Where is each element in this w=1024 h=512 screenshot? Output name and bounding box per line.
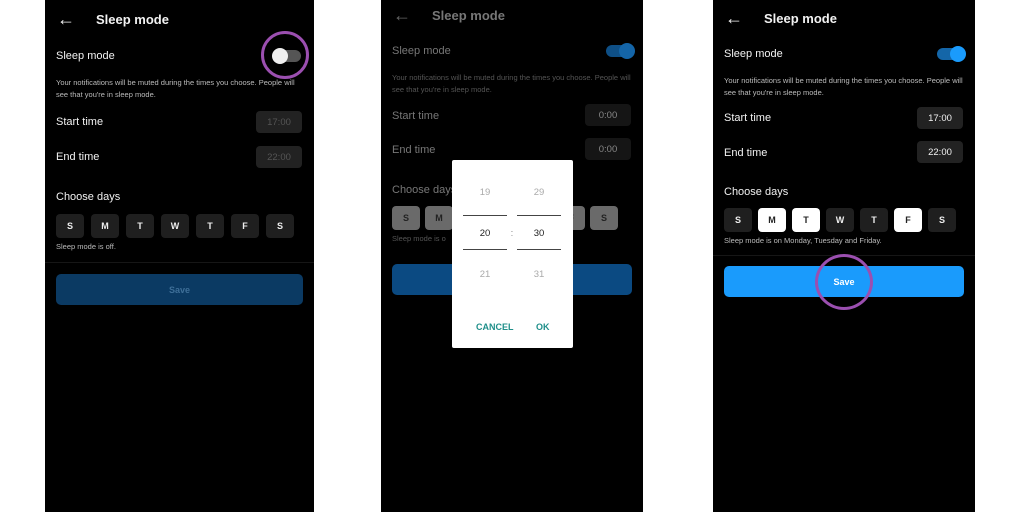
start-time-label: Start time — [56, 116, 104, 128]
end-time-field[interactable]: 22:00 — [917, 141, 963, 163]
back-arrow-icon[interactable]: ← — [725, 9, 743, 27]
back-arrow-icon[interactable]: ← — [393, 6, 411, 24]
day-button[interactable]: F — [231, 214, 259, 238]
day-button[interactable]: T — [860, 208, 888, 232]
day-button[interactable]: S — [266, 214, 294, 238]
end-time-label: End time — [724, 147, 768, 159]
day-button[interactable]: W — [161, 214, 189, 238]
day-selector: S M T W T F S — [56, 214, 294, 238]
start-time-field[interactable]: 17:00 — [917, 107, 963, 129]
start-time-field[interactable]: 17:00 — [256, 111, 302, 133]
highlight-circle — [815, 254, 873, 310]
minute-prev[interactable]: 29 — [517, 187, 561, 198]
highlight-circle — [261, 31, 309, 79]
sleep-mode-toggle[interactable] — [937, 46, 966, 62]
hour-prev[interactable]: 19 — [463, 187, 507, 198]
choose-days-label: Choose days — [724, 186, 789, 198]
day-button[interactable]: T — [126, 214, 154, 238]
start-time-label: Start time — [392, 110, 440, 122]
description: Your notifications will be muted during … — [392, 73, 631, 94]
screen-time-picker: ← Sleep mode Sleep mode Your notificatio… — [381, 0, 643, 512]
time-picker-dialog: 19 29 20 : 30 21 31 CANCEL OK — [452, 160, 573, 348]
day-button[interactable]: S — [724, 208, 752, 232]
status-text: Sleep mode is on Monday, Tuesday and Fri… — [724, 236, 882, 245]
day-button[interactable]: S — [590, 206, 618, 230]
choose-days-label: Choose days — [392, 184, 457, 196]
divider — [517, 249, 561, 250]
divider — [45, 262, 314, 263]
back-arrow-icon[interactable]: ← — [57, 10, 75, 28]
day-button-selected[interactable]: T — [792, 208, 820, 232]
end-time-field[interactable]: 22:00 — [256, 146, 302, 168]
status-text: Sleep mode is o — [392, 234, 446, 243]
description: Your notifications will be muted during … — [724, 76, 963, 97]
page-title: Sleep mode — [96, 12, 169, 27]
day-button[interactable]: S — [392, 206, 420, 230]
end-time-label: End time — [392, 144, 436, 156]
day-button-selected[interactable]: M — [758, 208, 786, 232]
day-button[interactable]: T — [196, 214, 224, 238]
status-text: Sleep mode is off. — [56, 242, 116, 251]
day-button[interactable]: W — [826, 208, 854, 232]
sleep-mode-label: Sleep mode — [392, 45, 451, 57]
page-title: Sleep mode — [432, 8, 505, 23]
end-time-field[interactable]: 0:00 — [585, 138, 631, 160]
divider — [463, 215, 507, 216]
sleep-mode-label: Sleep mode — [56, 50, 115, 62]
day-button[interactable]: S — [56, 214, 84, 238]
divider — [463, 249, 507, 250]
ok-button[interactable]: OK — [536, 322, 550, 332]
save-button[interactable]: Save — [56, 274, 303, 305]
day-button[interactable]: M — [425, 206, 453, 230]
hour-next[interactable]: 21 — [463, 269, 507, 280]
sleep-mode-toggle[interactable] — [606, 43, 635, 59]
start-time-field[interactable]: 0:00 — [585, 104, 631, 126]
minute-selected[interactable]: 30 — [517, 228, 561, 239]
screen-sleep-on: ← Sleep mode Sleep mode Your notificatio… — [713, 0, 975, 512]
divider — [517, 215, 561, 216]
end-time-label: End time — [56, 151, 100, 163]
cancel-button[interactable]: CANCEL — [476, 322, 514, 332]
day-button-selected[interactable]: F — [894, 208, 922, 232]
description: Your notifications will be muted during … — [56, 78, 295, 99]
day-button[interactable]: M — [91, 214, 119, 238]
day-selector: S M T W T F S — [724, 208, 956, 232]
screen-sleep-off: ← Sleep mode Sleep mode Your notificatio… — [45, 0, 314, 512]
start-time-label: Start time — [724, 112, 772, 124]
sleep-mode-label: Sleep mode — [724, 48, 783, 60]
page-title: Sleep mode — [764, 11, 837, 26]
day-button[interactable]: S — [928, 208, 956, 232]
choose-days-label: Choose days — [56, 191, 121, 203]
minute-next[interactable]: 31 — [517, 269, 561, 280]
